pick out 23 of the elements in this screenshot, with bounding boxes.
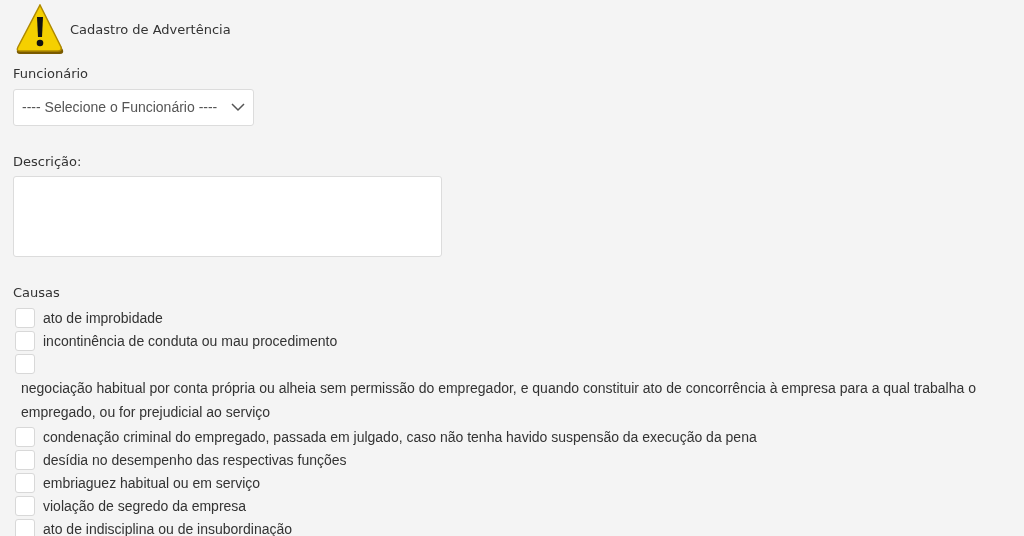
cause-label: ato de improbidade	[43, 309, 163, 328]
chevron-down-icon	[231, 102, 245, 112]
checkbox[interactable]	[15, 354, 35, 374]
warning-icon	[14, 4, 66, 56]
cause-label: ato de indisciplina ou de insubordinação	[43, 520, 293, 536]
field-label: Descrição:	[13, 152, 83, 171]
cause-label: incontinência de conduta ou mau procedimento	[43, 332, 338, 351]
page-title: Cadastro de Advertência	[70, 21, 231, 40]
checkbox[interactable]	[15, 496, 35, 516]
cause-label: embriaguez habitual ou em serviço	[43, 474, 261, 493]
checkbox[interactable]	[15, 450, 35, 470]
field-label: Funcionário	[13, 65, 90, 83]
description-field[interactable]	[13, 176, 442, 257]
cause-label: violação de segredo da empresa	[43, 497, 247, 516]
cause-label: condenação criminal do empregado, passada em julgado, caso não tenha havido suspensão da execução da pena	[43, 428, 757, 447]
checkbox[interactable]	[15, 427, 35, 447]
employee-select[interactable]: ---- Selecione o Funcionário ----	[13, 88, 254, 126]
checkbox[interactable]	[15, 519, 35, 536]
section-label: Causas	[13, 284, 61, 302]
cause-label: desídia no desempenho das respectivas funções	[43, 451, 347, 470]
checkbox[interactable]	[15, 331, 35, 351]
checkbox[interactable]	[15, 473, 35, 493]
checkbox[interactable]	[15, 308, 35, 328]
